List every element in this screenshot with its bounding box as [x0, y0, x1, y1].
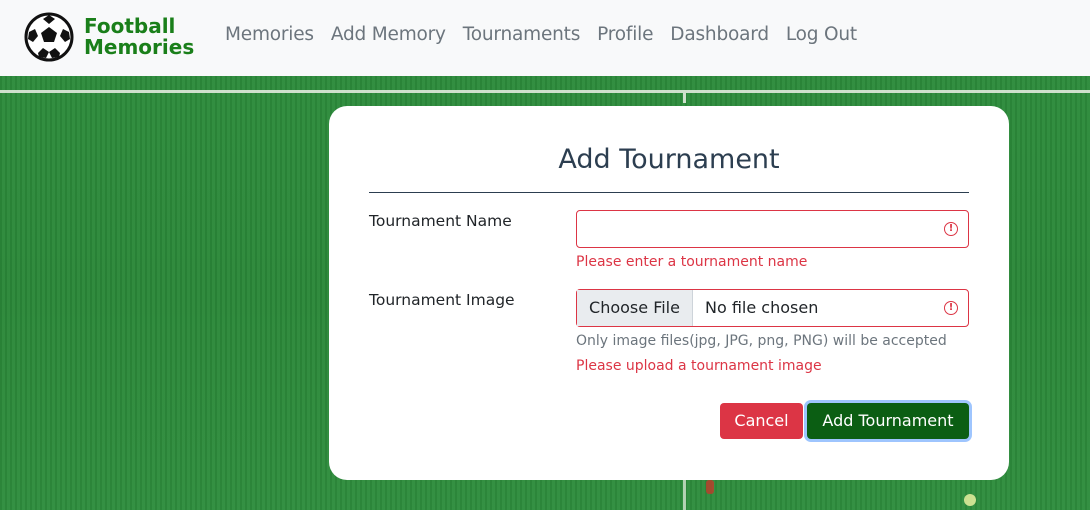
page-title: Add Tournament — [558, 144, 780, 175]
title-divider — [369, 192, 969, 193]
pitch-line — [0, 90, 1090, 93]
nav-links: Memories Add Memory Tournaments Profile … — [225, 24, 874, 45]
file-status-text: No file chosen — [705, 298, 819, 317]
nav-tournaments[interactable]: Tournaments — [463, 24, 581, 45]
add-tournament-button[interactable]: Add Tournament — [807, 403, 969, 439]
tournament-name-label: Tournament Name — [369, 212, 512, 230]
exclamation-circle-icon: ! — [944, 222, 958, 236]
navbar: Football Memories Memories Add Memory To… — [0, 0, 1090, 76]
brand-link[interactable]: Football Memories — [24, 11, 194, 63]
exclamation-circle-icon: ! — [944, 301, 958, 315]
tournament-image-error: Please upload a tournament image — [576, 358, 822, 374]
player-figure — [964, 494, 976, 506]
tournament-image-label: Tournament Image — [369, 291, 515, 309]
brand-line-2: Memories — [84, 35, 195, 59]
choose-file-button[interactable]: Choose File — [577, 290, 693, 326]
player-figure — [706, 480, 714, 494]
brand-line-1: Football — [84, 14, 176, 38]
tournament-name-input[interactable]: ! — [576, 210, 969, 248]
image-help-text: Only image files(jpg, JPG, png, PNG) wil… — [576, 333, 947, 349]
nav-memories[interactable]: Memories — [225, 24, 314, 45]
nav-profile[interactable]: Profile — [597, 24, 653, 45]
add-tournament-card: Add Tournament Tournament Name ! Please … — [329, 106, 1009, 480]
tournament-name-error: Please enter a tournament name — [576, 254, 808, 270]
soccer-ball-logo-icon — [24, 12, 74, 62]
brand-name: Football Memories — [84, 16, 194, 58]
pitch-line — [683, 93, 686, 103]
tournament-image-file-input[interactable]: Choose File No file chosen ! — [576, 289, 969, 327]
nav-add-memory[interactable]: Add Memory — [331, 24, 446, 45]
cancel-button[interactable]: Cancel — [720, 403, 803, 439]
pitch-line — [683, 480, 686, 510]
nav-dashboard[interactable]: Dashboard — [670, 24, 769, 45]
nav-log-out[interactable]: Log Out — [786, 24, 857, 45]
